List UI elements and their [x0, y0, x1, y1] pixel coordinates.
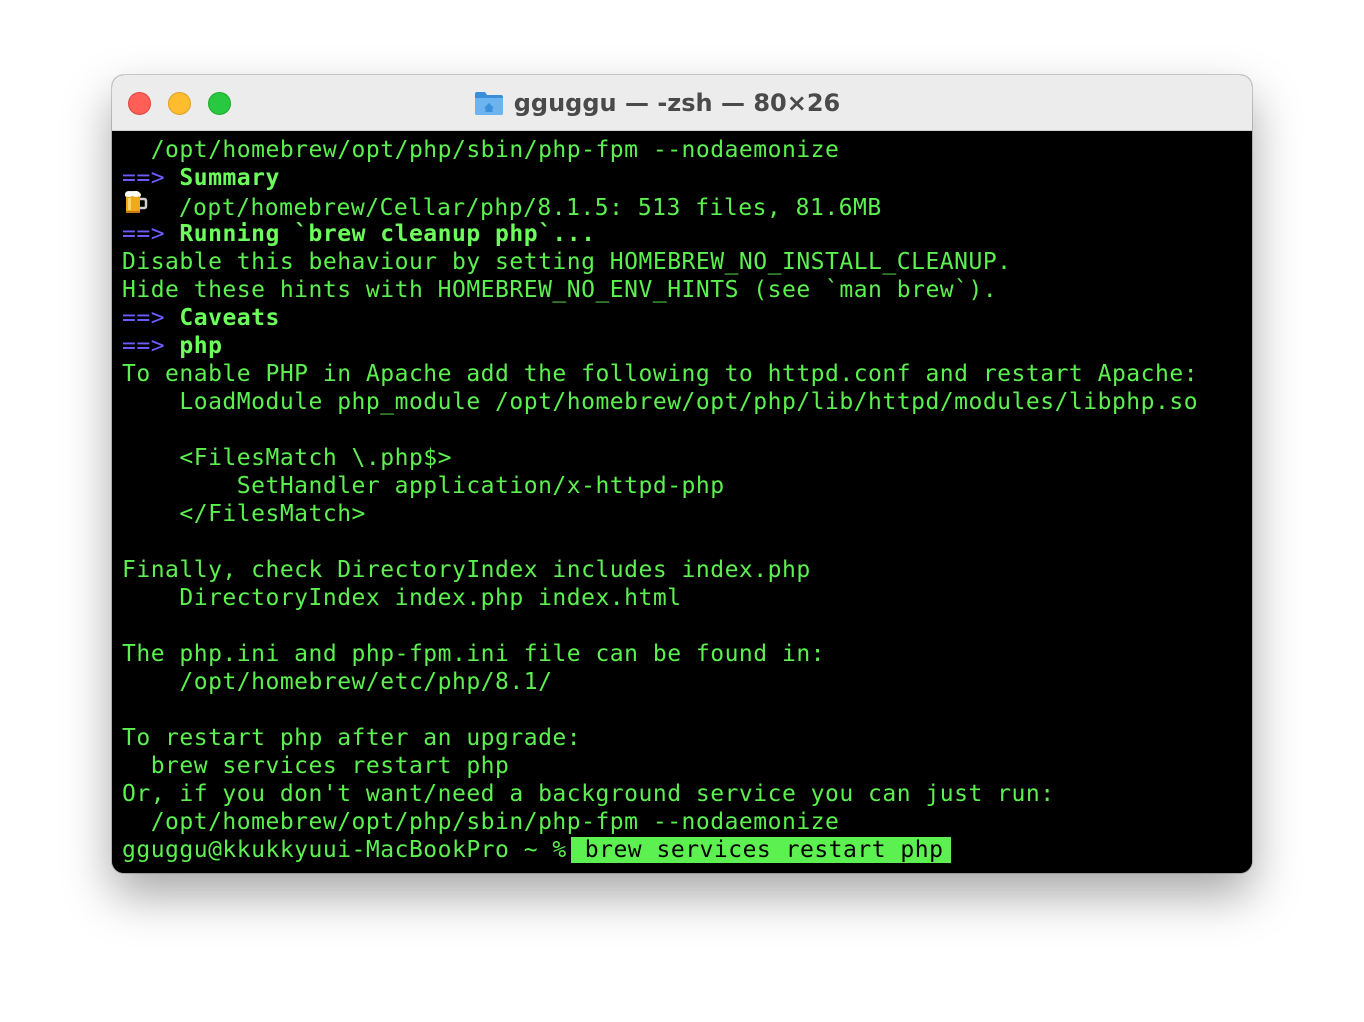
output-line: ==> Summary: [122, 164, 1252, 192]
section-heading: Summary: [179, 165, 280, 191]
output-line: Finally, check DirectoryIndex includes i…: [122, 557, 811, 583]
output-line: brew services restart php: [122, 753, 510, 779]
output-line: ==> Running `brew cleanup php`...: [122, 220, 1252, 248]
output-line: ==> php: [122, 332, 1252, 360]
prompt-line[interactable]: gguggu@kkukkyuui-MacBookPro ~ % brew serv…: [122, 836, 1252, 864]
output-line: The php.ini and php-fpm.ini file can be …: [122, 641, 826, 667]
section-heading: php: [179, 333, 223, 359]
output-line: DirectoryIndex index.php index.html: [122, 585, 682, 611]
output-line: SetHandler application/x-httpd-php: [122, 473, 725, 499]
output-line: LoadModule php_module /opt/homebrew/opt/…: [122, 389, 1199, 415]
title-bar[interactable]: gguggu — -zsh — 80×26: [112, 75, 1252, 131]
output-line: Or, if you don't want/need a background …: [122, 781, 1055, 807]
terminal-window: gguggu — -zsh — 80×26 /opt/homebrew/opt/…: [112, 75, 1252, 873]
summary-text: /opt/homebrew/Cellar/php/8.1.5: 513 file…: [178, 195, 882, 221]
output-line: Disable this behaviour by setting HOMEBR…: [122, 249, 1012, 275]
window-title: gguggu — -zsh — 80×26: [513, 89, 841, 117]
folder-icon: [474, 92, 503, 115]
arrow-prefix: ==>: [122, 221, 166, 247]
output-line: /opt/homebrew/opt/php/sbin/php-fpm --nod…: [122, 809, 840, 835]
output-line: /opt/homebrew/Cellar/php/8.1.5: 513 file…: [122, 189, 1252, 222]
output-line: To restart php after an upgrade:: [122, 725, 582, 751]
output-line: ==> Caveats: [122, 304, 1252, 332]
output-line: <FilesMatch \.php$>: [122, 445, 452, 471]
section-heading: Running `brew cleanup php`...: [179, 221, 596, 247]
output-line: Hide these hints with HOMEBREW_NO_ENV_HI…: [122, 277, 998, 303]
arrow-prefix: ==>: [122, 165, 166, 191]
selected-command[interactable]: brew services restart php: [570, 837, 952, 863]
arrow-prefix: ==>: [122, 333, 166, 359]
output-line: /opt/homebrew/opt/php/sbin/php-fpm --nod…: [122, 137, 840, 163]
section-heading: Caveats: [179, 305, 280, 331]
terminal-output[interactable]: /opt/homebrew/opt/php/sbin/php-fpm --nod…: [112, 131, 1252, 873]
beer-mug-icon: [122, 189, 150, 222]
output-line: </FilesMatch>: [122, 501, 366, 527]
arrow-prefix: ==>: [122, 305, 166, 331]
output-line: /opt/homebrew/etc/php/8.1/: [122, 669, 553, 695]
output-line: To enable PHP in Apache add the followin…: [122, 361, 1199, 387]
shell-prompt: gguggu@kkukkyuui-MacBookPro ~ %: [122, 837, 567, 863]
